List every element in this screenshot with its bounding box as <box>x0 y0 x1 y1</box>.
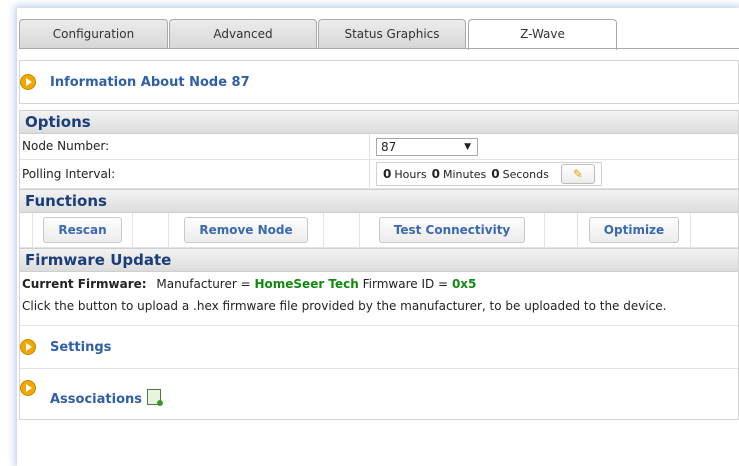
details-panel: Options Node Number: 87 ▼ Polling Interv… <box>19 110 739 420</box>
settings-row: Settings <box>20 325 738 368</box>
firmware-header: Firmware Update <box>20 248 738 272</box>
current-firmware-line: Current Firmware: Manufacturer = HomeSee… <box>20 275 738 293</box>
functions-spacer-4 <box>545 213 578 247</box>
functions-row: Rescan Remove Node Test Connectivity Opt… <box>20 213 738 248</box>
manufacturer-value: HomeSeer Tech <box>254 277 359 291</box>
test-connectivity-button[interactable]: Test Connectivity <box>378 217 526 243</box>
test-connectivity-cell: Test Connectivity <box>360 213 545 247</box>
options-header: Options <box>20 110 738 134</box>
manufacturer-prefix: Manufacturer = <box>156 277 251 291</box>
tab-status-graphics[interactable]: Status Graphics <box>318 19 466 49</box>
hours-unit: Hours <box>394 167 427 181</box>
associations-document-icon[interactable] <box>147 389 163 406</box>
associations-link[interactable]: Associations <box>50 392 142 407</box>
optimize-button[interactable]: Optimize <box>588 217 680 243</box>
optimize-cell: Optimize <box>578 213 691 247</box>
polling-hours: 0 <box>383 167 392 181</box>
remove-node-cell: Remove Node <box>169 213 324 247</box>
polling-seconds: 0 <box>491 167 500 181</box>
functions-spacer-2 <box>133 213 169 247</box>
remove-node-button[interactable]: Remove Node <box>184 217 308 243</box>
pencil-icon: ✎ <box>572 167 583 181</box>
associations-row: Associations <box>20 368 738 419</box>
node-number-row: Node Number: 87 ▼ <box>20 134 738 160</box>
functions-spacer-3 <box>324 213 360 247</box>
chevron-down-icon: ▼ <box>464 141 471 152</box>
zwave-panel: Information About Node 87 Options Node N… <box>19 60 739 420</box>
functions-spacer <box>20 213 33 247</box>
firmware-id-value: 0x5 <box>451 277 477 291</box>
functions-header: Functions <box>20 189 738 213</box>
current-firmware-label: Current Firmware: <box>22 277 147 291</box>
node-info-link[interactable]: Information About Node 87 <box>50 75 250 90</box>
node-number-value: 87 <box>381 139 397 154</box>
polling-label: Polling Interval: <box>20 160 370 188</box>
node-number-label: Node Number: <box>20 134 370 159</box>
settings-link[interactable]: Settings <box>50 340 111 355</box>
node-number-select[interactable]: 87 ▼ <box>376 137 478 156</box>
firmware-instructions: Click the button to upload a .hex firmwa… <box>22 299 667 313</box>
expand-play-icon[interactable] <box>20 74 36 90</box>
node-info-panel: Information About Node 87 <box>19 60 739 104</box>
polling-cell: 0 Hours 0 Minutes 0 Seconds ✎ <box>370 160 602 188</box>
tab-advanced[interactable]: Advanced <box>169 19 317 49</box>
associations-play-icon[interactable] <box>20 380 36 396</box>
minutes-unit: Minutes <box>442 167 487 181</box>
rescan-cell: Rescan <box>33 213 133 247</box>
polling-interval: 0 Hours 0 Minutes 0 Seconds ✎ <box>376 162 602 186</box>
settings-play-icon[interactable] <box>20 339 36 355</box>
tab-z-wave[interactable]: Z-Wave <box>468 19 617 50</box>
edit-polling-button[interactable]: ✎ <box>560 164 595 184</box>
firmware-id-prefix: Firmware ID = <box>362 277 449 291</box>
tab-configuration[interactable]: Configuration <box>19 19 168 49</box>
rescan-button[interactable]: Rescan <box>43 217 122 243</box>
polling-minutes: 0 <box>431 167 440 181</box>
node-number-cell: 87 ▼ <box>370 134 478 159</box>
polling-row: Polling Interval: 0 Hours 0 Minutes 0 Secon… <box>20 160 738 189</box>
tab-divider <box>19 48 739 49</box>
seconds-unit: Seconds <box>502 167 549 181</box>
